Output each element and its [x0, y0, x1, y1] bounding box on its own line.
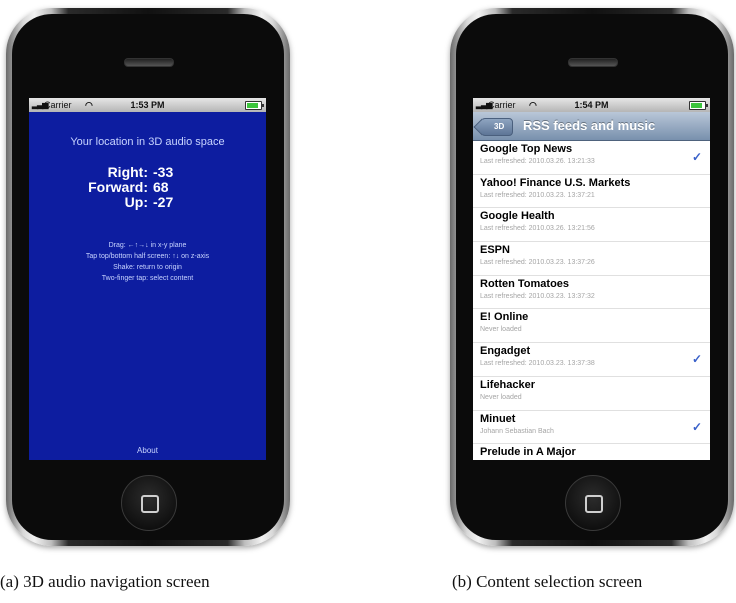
item-title: Yahoo! Finance U.S. Markets	[480, 176, 631, 189]
home-button[interactable]	[121, 475, 177, 531]
item-title: Rotten Tomatoes	[480, 277, 570, 290]
item-title: Google Top News	[480, 143, 573, 155]
item-title: Minuet	[480, 412, 516, 425]
coord-up-row: Up: -27	[29, 194, 266, 210]
location-title: Your location in 3D audio space	[70, 136, 225, 148]
phone-b: ▂▃▅ Carrier ◠ 1:54 PM 3D RSS feeds and m…	[450, 8, 734, 546]
help-line-shake: Shake: return to origin	[113, 264, 182, 271]
nav-title: RSS feeds and music	[523, 118, 656, 133]
coord-right-value: -33	[153, 164, 174, 180]
list-item-minuet[interactable]: Minuet Johann Sebastian Bach ✓	[473, 411, 710, 445]
phone-a: ▂▃▅ Carrier ◠ 1:53 PM Your location in 3…	[6, 8, 290, 546]
status-bar: ▂▃▅ Carrier ◠ 1:54 PM	[473, 98, 710, 112]
item-title: Prelude in A Major	[480, 446, 576, 459]
coord-up-value: -27	[153, 194, 174, 210]
item-title: Engadget	[480, 345, 531, 358]
coord-forward-label: Forward:	[88, 179, 148, 195]
item-subtitle: Johann Sebastian Bach	[480, 427, 554, 435]
list-item-google-health[interactable]: Google Health Last refreshed: 2010.03.26…	[473, 208, 710, 243]
list-item-prelude[interactable]: Prelude in A Major	[473, 444, 710, 460]
item-subtitle: Last refreshed: 2010.03.23. 13:37:32	[480, 292, 595, 300]
item-title: E! Online	[480, 311, 529, 324]
home-square-icon	[141, 495, 159, 513]
list-item-google-top-news[interactable]: Google Top News Last refreshed: 2010.03.…	[473, 141, 710, 175]
list-item-engadget[interactable]: Engadget Last refreshed: 2010.03.23. 13:…	[473, 343, 710, 377]
home-button[interactable]	[565, 475, 621, 531]
status-time: 1:54 PM	[574, 100, 609, 110]
about-link[interactable]: About	[29, 446, 266, 455]
gesture-help: Drag: ←↑→↓ in x-y plane Tap top/bottom h…	[29, 240, 266, 284]
earpiece-speaker	[568, 58, 618, 67]
item-title: Google Health	[480, 210, 555, 223]
item-subtitle: Last refreshed: 2010.03.23. 13:37:21	[480, 191, 595, 199]
checkmark-icon: ✓	[691, 150, 702, 164]
caption-a: (a) 3D audio navigation screen	[0, 572, 210, 591]
coord-up-label: Up:	[124, 194, 148, 210]
screen-b-content-selection: ▂▃▅ Carrier ◠ 1:54 PM 3D RSS feeds and m…	[473, 98, 710, 460]
coord-right-row: Right: -33	[29, 164, 266, 180]
item-subtitle: Last refreshed: 2010.03.26. 13:21:33	[480, 158, 595, 165]
back-button[interactable]: 3D	[481, 118, 514, 136]
item-subtitle: Last refreshed: 2010.03.23. 13:37:26	[480, 259, 595, 267]
checkmark-icon: ✓	[691, 352, 702, 367]
list-item-yahoo-finance[interactable]: Yahoo! Finance U.S. Markets Last refresh…	[473, 175, 710, 209]
navigation-bar: 3D RSS feeds and music	[473, 112, 710, 141]
coord-right-label: Right:	[107, 164, 148, 180]
earpiece-speaker	[124, 58, 174, 67]
item-subtitle: Never loaded	[480, 326, 522, 334]
coordinates-readout: Right: -33 Forward: 68 Up: -27	[29, 164, 266, 210]
list-item-espn[interactable]: ESPN Last refreshed: 2010.03.23. 13:37:2…	[473, 242, 710, 276]
item-subtitle: Never loaded	[480, 393, 522, 401]
list-item-e-online[interactable]: E! Online Never loaded	[473, 309, 710, 344]
help-line-tap: Tap top/bottom half screen: ↑↓ on z-axis	[85, 253, 210, 260]
back-button-label: 3D	[494, 122, 505, 131]
checkmark-icon: ✓	[691, 419, 702, 434]
item-subtitle: Last refreshed: 2010.03.26. 13:21:56	[480, 225, 595, 233]
battery-icon	[689, 101, 708, 110]
coord-forward-value: 68	[153, 179, 169, 195]
caption-b: (b) Content selection screen	[452, 572, 643, 591]
item-title: ESPN	[480, 244, 510, 257]
coord-forward-row: Forward: 68	[29, 179, 266, 195]
home-square-icon	[585, 495, 603, 513]
list-item-lifehacker[interactable]: Lifehacker Never loaded	[473, 377, 710, 411]
help-line-drag: Drag: ←↑→↓ in x-y plane	[108, 242, 187, 249]
screen-a-3d-navigation[interactable]: ▂▃▅ Carrier ◠ 1:53 PM Your location in 3…	[29, 98, 266, 460]
status-bar: ▂▃▅ Carrier ◠ 1:53 PM	[29, 98, 266, 112]
list-item-rotten-tomatoes[interactable]: Rotten Tomatoes Last refreshed: 2010.03.…	[473, 276, 710, 310]
help-line-two-finger: Two-finger tap: select content	[101, 275, 194, 282]
feed-list: Google Top News Last refreshed: 2010.03.…	[473, 141, 710, 460]
status-time: 1:53 PM	[130, 100, 165, 110]
item-subtitle: Last refreshed: 2010.03.23. 13:37:38	[480, 360, 595, 368]
item-title: Lifehacker	[480, 378, 536, 391]
battery-icon	[245, 101, 264, 110]
